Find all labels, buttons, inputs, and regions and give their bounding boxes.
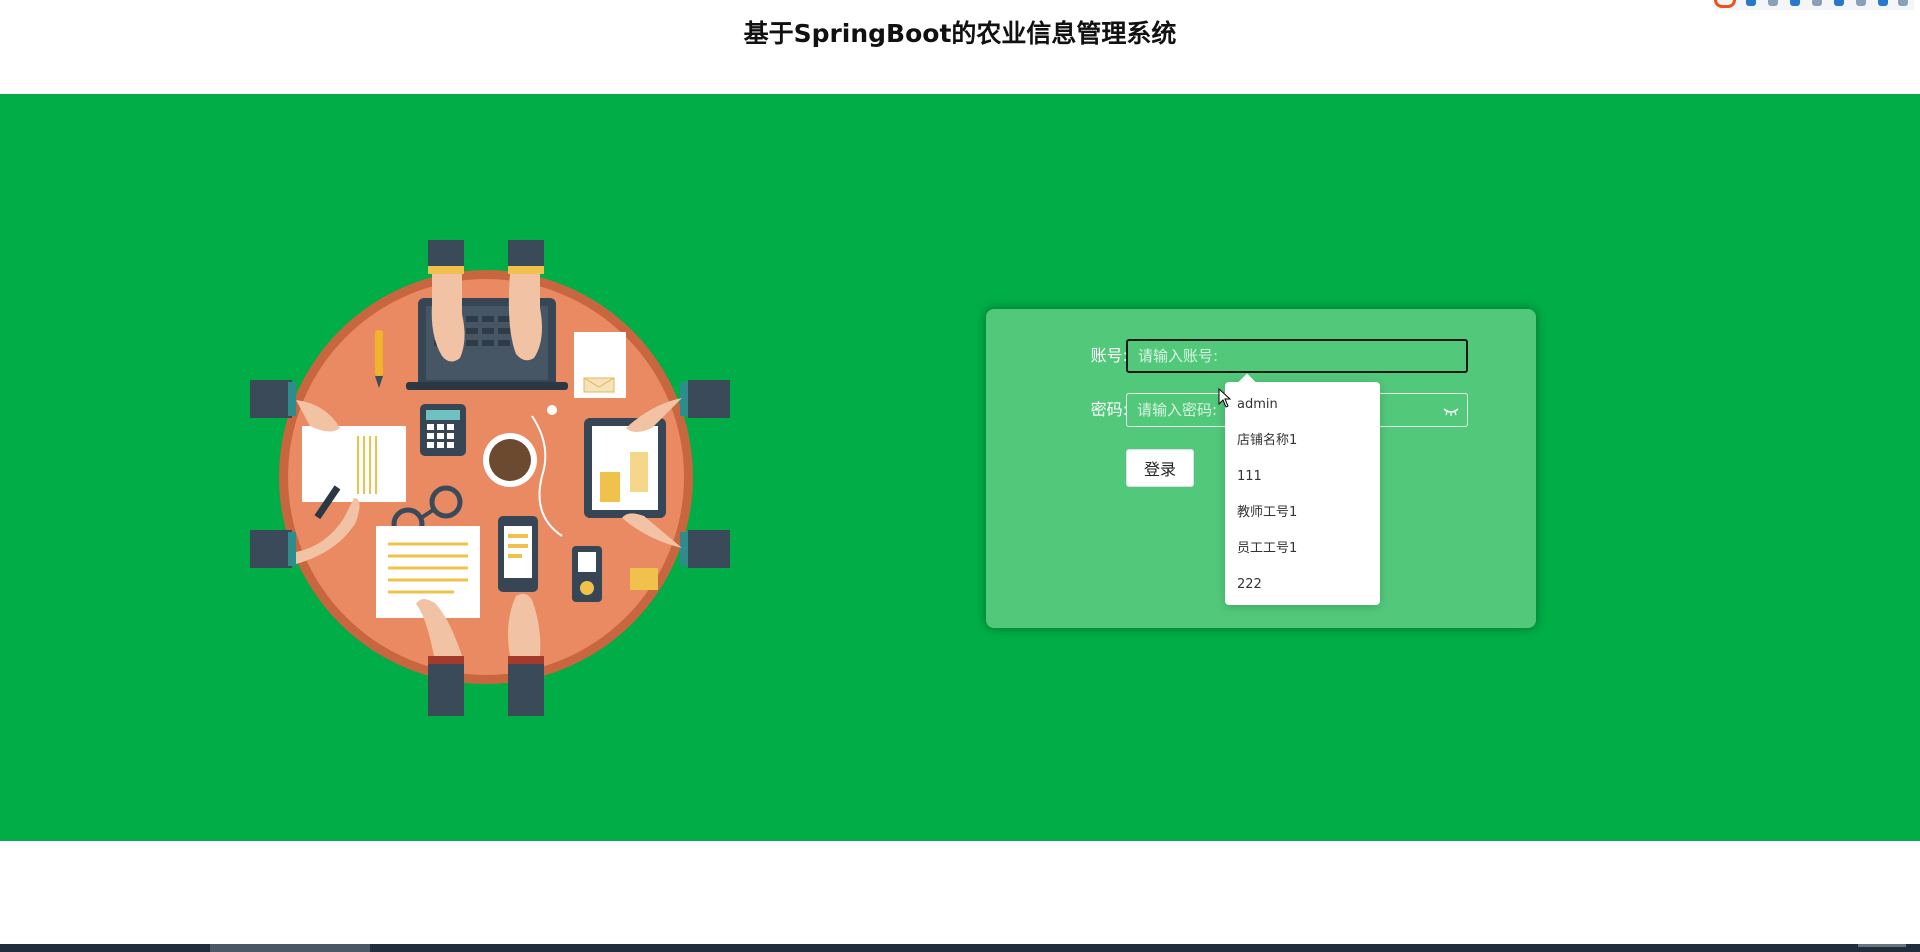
- taskbar-clock: [1858, 944, 1906, 947]
- autocomplete-option[interactable]: 222: [1225, 567, 1380, 603]
- toolbar-icon[interactable]: [1768, 0, 1778, 6]
- page-title: 基于SpringBoot的农业信息管理系统: [743, 19, 1177, 48]
- toolbar-icon[interactable]: [1898, 0, 1908, 6]
- autocomplete-option[interactable]: 111: [1225, 459, 1380, 495]
- toolbar-icon[interactable]: [1812, 0, 1822, 6]
- mic-icon[interactable]: [1790, 0, 1800, 6]
- eye-icon[interactable]: [1442, 405, 1460, 417]
- account-input[interactable]: [1126, 339, 1468, 373]
- taskbar-active-app[interactable]: [210, 944, 370, 952]
- extension-logo-icon[interactable]: [1714, 0, 1736, 8]
- autocomplete-option[interactable]: 员工工号1: [1225, 531, 1380, 567]
- toolbar-icon[interactable]: [1856, 0, 1866, 6]
- browser-extension-toolbar[interactable]: [1712, 0, 1914, 10]
- account-autocomplete-dropdown: admin 店铺名称1 111 教师工号1 员工工号1 222: [1225, 373, 1380, 605]
- meeting-table-illustration: [250, 240, 730, 716]
- autocomplete-option[interactable]: 教师工号1: [1225, 495, 1380, 531]
- login-button[interactable]: 登录: [1126, 449, 1194, 487]
- os-taskbar: [0, 944, 1920, 952]
- toolbar-icon[interactable]: [1746, 0, 1756, 6]
- account-label: 账号:: [1090, 346, 1128, 365]
- toolbar-icon[interactable]: [1834, 0, 1844, 6]
- mouse-pointer-icon: [1218, 388, 1232, 408]
- password-label: 密码:: [1090, 400, 1128, 419]
- autocomplete-option[interactable]: 店铺名称1: [1225, 423, 1380, 459]
- autocomplete-option[interactable]: admin: [1225, 387, 1380, 423]
- toolbar-icon[interactable]: [1878, 0, 1888, 6]
